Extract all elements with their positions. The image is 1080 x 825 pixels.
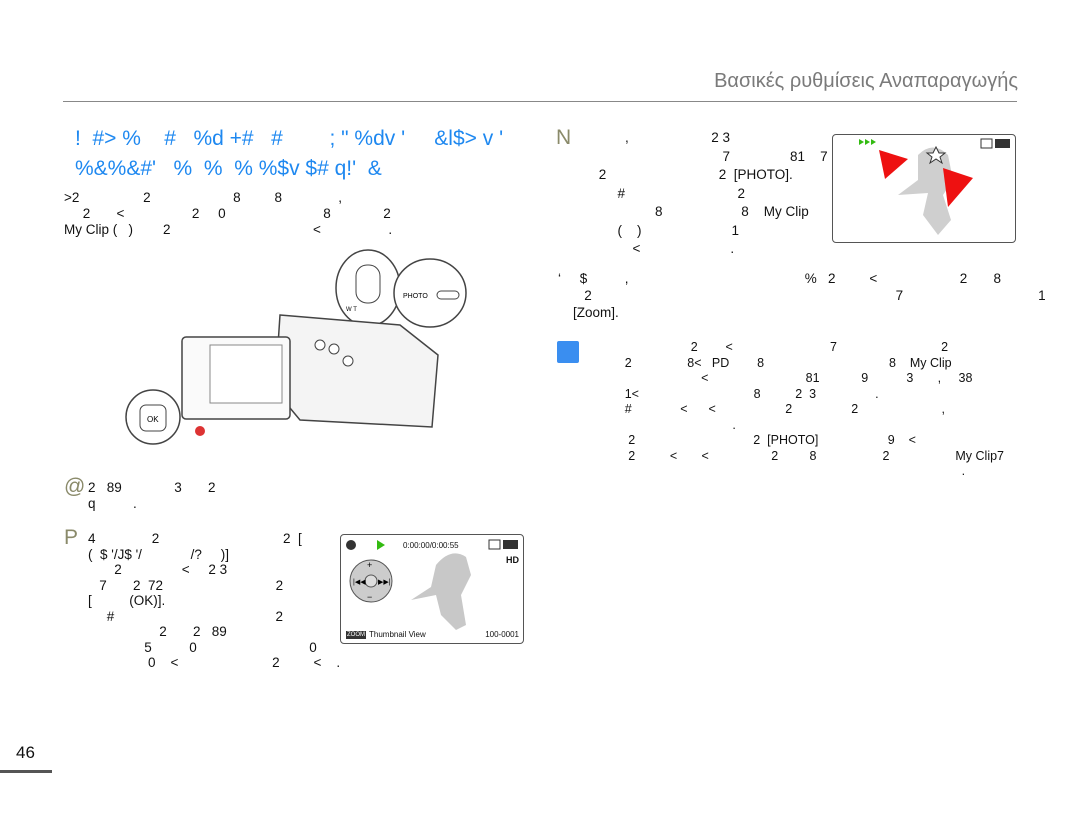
mode-icon (346, 540, 356, 550)
step-marker: P (64, 526, 79, 549)
text-line: My Clip ( ) 2 < . (64, 222, 393, 237)
text-line: 2 2 [PHOTO] 9 < (590, 433, 916, 447)
title-line: ! #> % # %d +# # ; " %dv ' &l$> v ' (75, 127, 504, 150)
svg-text:W T: W T (346, 307, 357, 313)
text-line: 7 81 7 (580, 148, 828, 164)
page-number: 46 (16, 743, 35, 762)
text-line: 4 2 2 [ (88, 531, 302, 546)
header-divider (63, 101, 1017, 102)
text-line: # < < 2 2 , (590, 402, 945, 416)
text-line: # 2 (88, 608, 284, 624)
text-line: < . (580, 241, 735, 256)
camcorder-body (274, 314, 439, 428)
text-line: , 2 3 (580, 130, 731, 145)
text-line: q . (88, 496, 137, 511)
svg-text:+: + (367, 560, 372, 570)
arrow-pointer (879, 150, 908, 179)
bullet-text: ‘ $ , % 2 < 2 8 2 7 1 [Zoom]. (558, 270, 1046, 321)
step3-text: , 2 3 7 81 7 2 2 [PHOTO]. # 2 8 8 My Cli… (580, 129, 828, 259)
arrow-pointer (943, 168, 973, 207)
zoom-lever (355, 264, 381, 304)
myclip-figure (859, 138, 1010, 235)
zoom-badge: ZOOM (346, 631, 366, 639)
svg-text:OK: OK (147, 415, 159, 424)
step-marker: @ (64, 475, 86, 498)
playback-figure: + − |◀◀ ▶▶| (346, 539, 518, 630)
text-line: 2 < 7 2 (590, 340, 949, 354)
text-line: [ (OK)]. (88, 593, 166, 608)
text-line: < 81 9 3 , 38 (590, 371, 973, 385)
intro-text: >2 2 8 8 , 2 < 2 0 8 2 My Clip ( ) 2 < . (64, 190, 392, 238)
text-line: 2 < 2 0 8 2 (64, 206, 391, 221)
zoom-label: Thumbnail View (369, 630, 426, 639)
step2-text: 4 2 2 [ ( $ '/J$ '/ /? )] 2 < 2 3 7 2 72… (88, 531, 340, 671)
text-line: . (590, 417, 736, 432)
text-line: 7 2 72 2 (88, 577, 284, 593)
text-line: 8 8 My Clip (580, 204, 809, 219)
svg-text:−: − (367, 592, 372, 602)
step-marker: N (556, 126, 572, 149)
text-line: 2 2 89 (88, 624, 227, 639)
text-line: . (590, 464, 966, 478)
file-number: 100-0001 (485, 630, 519, 639)
page-number-bar (0, 770, 52, 773)
myclip-screen (832, 134, 1016, 243)
playback-screen: + − |◀◀ ▶▶| 0:00:00/0:00:55 HD ZOOM Thum… (340, 534, 524, 644)
section-header: Βασικές ρυθμίσεις Αναπαραγωγής (714, 70, 1018, 92)
text-line: 5 0 0 (88, 639, 317, 655)
memory-card-icon (980, 138, 993, 149)
manual-page: Βασικές ρυθμίσεις Αναπαραγωγής ! #> % # … (0, 0, 1080, 825)
memory-card-icon (488, 539, 501, 550)
text-line: 1< 8 2 3 . (590, 386, 879, 401)
text-line: 2 89 3 2 (88, 480, 216, 495)
text-line: 2 < < 2 8 2 My Clip7 (590, 448, 1005, 463)
battery-icon (503, 540, 518, 549)
playback-time: 0:00:00/0:00:55 (403, 541, 459, 550)
camcorder-illustration: W T PHOTO OK (125, 249, 467, 445)
note-icon (557, 341, 579, 363)
svg-text:|◀◀: |◀◀ (353, 579, 366, 586)
text-line: >2 2 8 8 , (64, 190, 342, 205)
text-line: ( ) 1 (580, 222, 740, 238)
quality-badge: HD (506, 555, 519, 565)
text-line: # 2 (580, 185, 746, 201)
text-line: 0 < 2 < . (88, 655, 341, 670)
svg-text:PHOTO: PHOTO (403, 293, 428, 300)
text-line: 2 < 2 3 (88, 562, 228, 577)
text-line: 2 2 [PHOTO]. (580, 167, 793, 182)
text-line: ‘ $ , % 2 < 2 8 (558, 271, 1001, 286)
text-line: ( $ '/J$ '/ /? )] (88, 546, 229, 562)
svg-text:▶▶|: ▶▶| (378, 579, 391, 586)
text-line: 2 8< PD 8 8 My Clip (590, 355, 952, 370)
play-icon (377, 540, 385, 550)
title-line: %&%&#' % % % %$v $# q!' & (75, 157, 382, 180)
text-line: 2 7 1 (558, 288, 1046, 303)
text-line: [Zoom]. (558, 305, 619, 320)
section-title: ! #> % # %d +# # ; " %dv ' &l$> v ' %&%&#… (75, 124, 503, 184)
step1-text: 2 89 3 2 q . (88, 480, 216, 512)
note-text: 2 < 7 2 2 8< PD 8 8 My Clip < 81 9 3 , 3… (590, 340, 1004, 480)
battery-icon (995, 139, 1010, 148)
